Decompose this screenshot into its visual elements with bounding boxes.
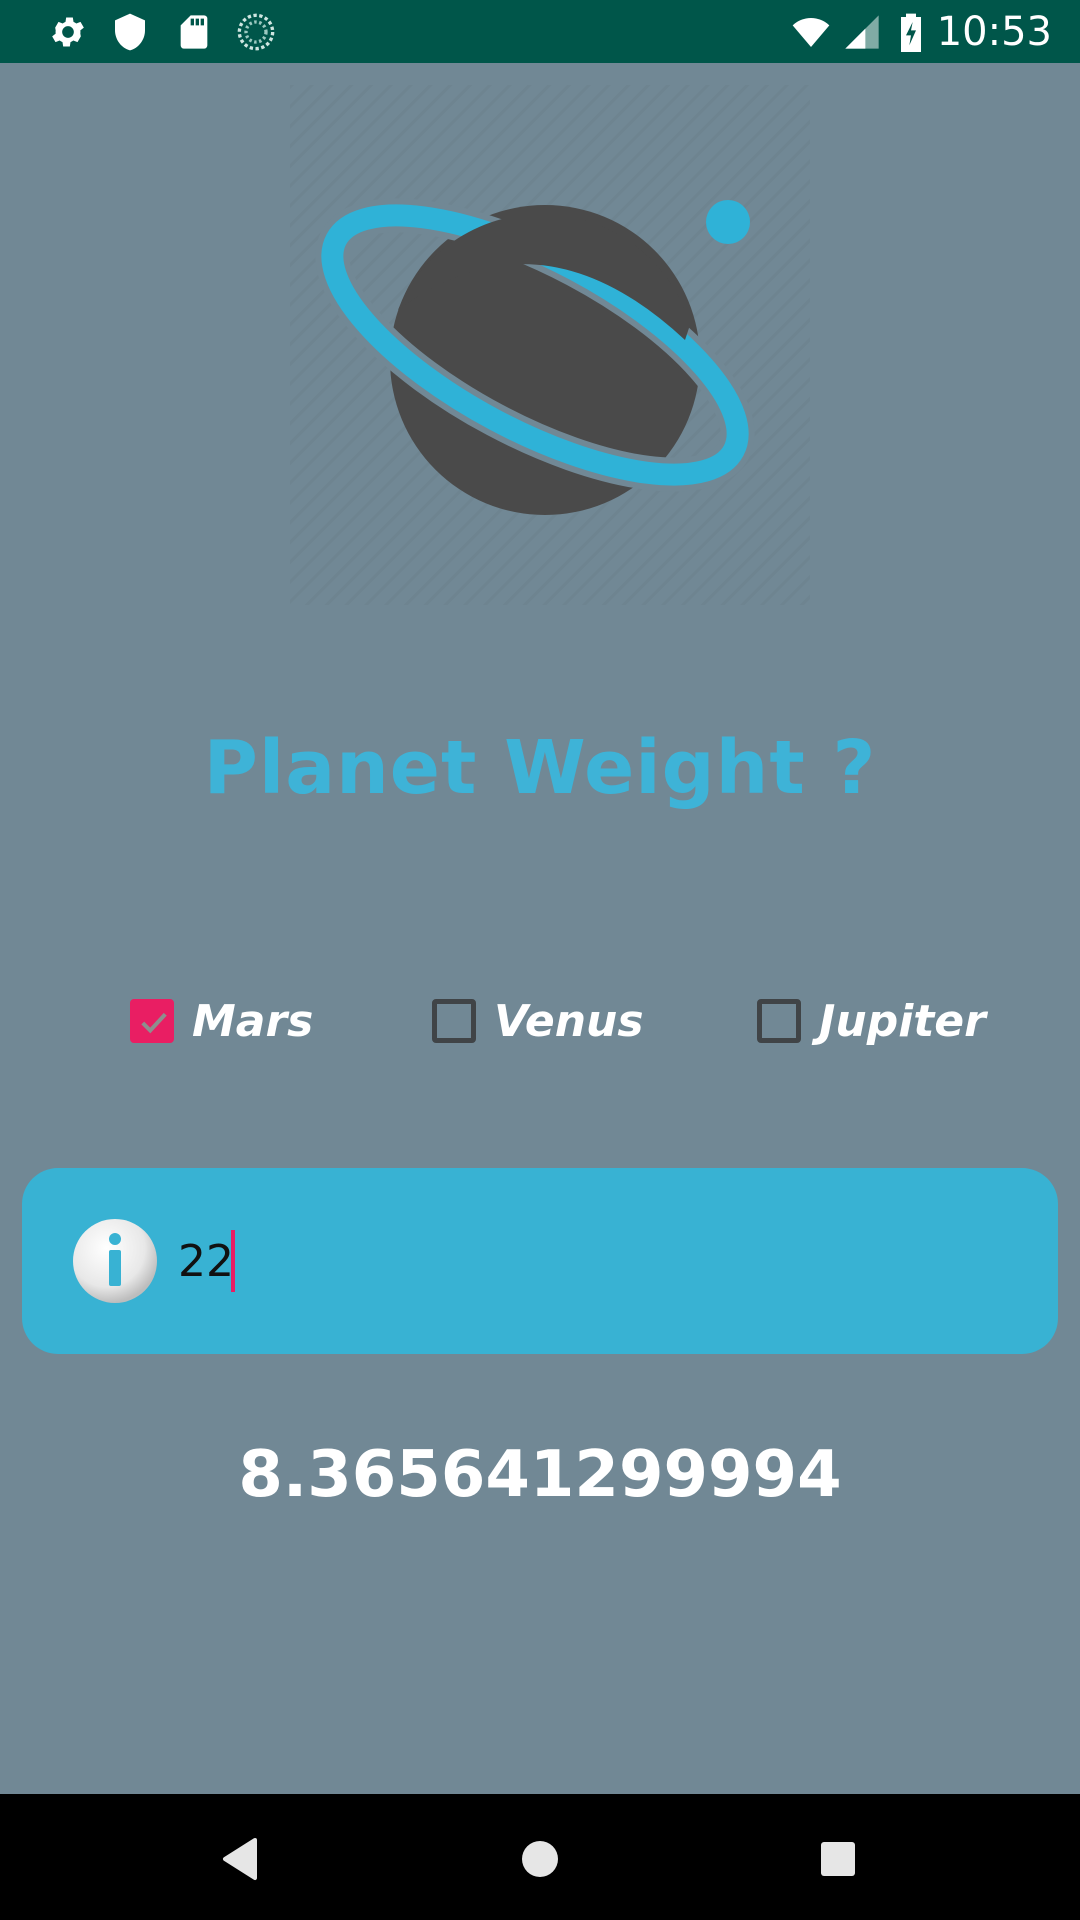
- clock: 10:53: [936, 9, 1052, 55]
- venus-checkbox-box[interactable]: [432, 999, 476, 1043]
- navigation-bar: [0, 1794, 1080, 1920]
- recents-icon[interactable]: [803, 1824, 873, 1894]
- weight-input-card[interactable]: [22, 1168, 1058, 1354]
- jupiter-label: Jupiter: [819, 995, 986, 1047]
- signal-icon: [845, 15, 879, 49]
- wifi-icon: [792, 18, 830, 47]
- venus-checkbox[interactable]: Venus: [432, 985, 644, 1057]
- planet-checkbox-group: Mars Venus Jupiter: [0, 985, 1080, 1057]
- checkmark-icon: [141, 1012, 167, 1034]
- venus-label: Venus: [494, 995, 644, 1047]
- info-icon: [73, 1219, 157, 1303]
- jupiter-checkbox[interactable]: Jupiter: [757, 985, 986, 1057]
- mars-checkbox-box[interactable]: [130, 999, 174, 1043]
- jupiter-checkbox-box[interactable]: [757, 999, 801, 1043]
- battery-charging-icon: [901, 13, 921, 52]
- text-caret: [231, 1230, 235, 1292]
- back-icon[interactable]: [207, 1824, 277, 1894]
- shield-icon: [115, 13, 145, 51]
- settings-icon: [52, 17, 84, 47]
- sync-icon: [237, 13, 275, 51]
- home-icon[interactable]: [505, 1824, 575, 1894]
- status-bar: 10:53: [0, 0, 1080, 63]
- mars-label: Mars: [192, 995, 314, 1047]
- page-title: Planet Weight ?: [203, 725, 877, 811]
- weight-input[interactable]: [178, 1228, 998, 1294]
- result-value: 8.365641299994: [238, 1438, 842, 1512]
- mars-checkbox[interactable]: Mars: [130, 985, 313, 1057]
- sd-card-icon: [180, 15, 208, 49]
- planet-logo: [290, 85, 810, 605]
